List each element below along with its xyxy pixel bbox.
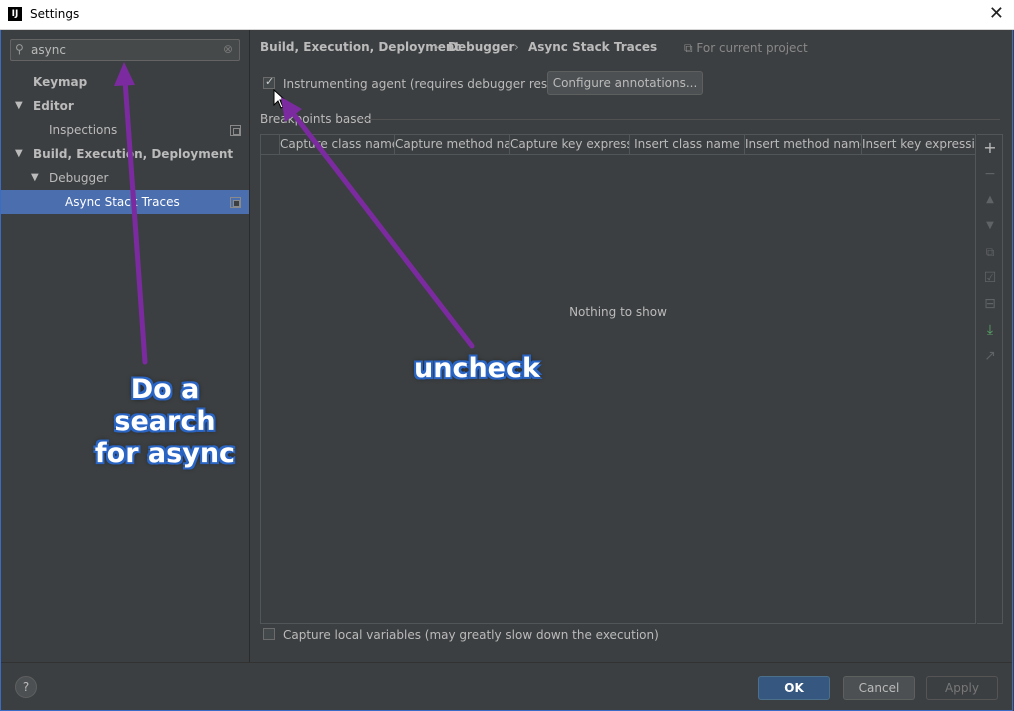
breakpoints-table[interactable]: Capture class name Capture method na... … bbox=[260, 134, 976, 624]
export-icon[interactable]: ↗ bbox=[977, 345, 1003, 367]
column-header[interactable]: Insert method name bbox=[744, 135, 861, 154]
breadcrumb-build-execution-deployment[interactable]: Build, Execution, Deployment bbox=[260, 40, 460, 54]
search-note-line-2: for async bbox=[94, 438, 236, 469]
table-header: Capture class name Capture method na... … bbox=[261, 135, 975, 155]
breakpoints-based-section-title: Breakpoints based bbox=[260, 112, 372, 126]
check-all-icon[interactable]: ☑ bbox=[977, 267, 1003, 289]
for-current-project-note: ⧉ For current project bbox=[684, 41, 808, 56]
project-note-text: For current project bbox=[696, 41, 808, 55]
tree-item-keymap[interactable]: Keymap bbox=[33, 70, 87, 94]
project-scope-icon bbox=[230, 125, 241, 136]
search-input[interactable] bbox=[31, 41, 211, 59]
tree-item-async-stack-traces[interactable]: Async Stack Traces bbox=[65, 190, 180, 214]
project-scope-icon bbox=[230, 197, 241, 208]
column-header[interactable]: Capture key expressi... bbox=[509, 135, 629, 154]
close-icon[interactable]: ✕ bbox=[989, 3, 1004, 24]
expand-arrow-icon[interactable]: ▼ bbox=[15, 148, 23, 159]
search-note-line-1: Do a search bbox=[114, 374, 216, 437]
tree-item-debugger[interactable]: Debugger bbox=[49, 166, 108, 190]
mouse-cursor-icon bbox=[273, 89, 287, 109]
column-header[interactable]: Insert class name bbox=[629, 135, 744, 154]
minus-icon[interactable]: − bbox=[977, 163, 1003, 185]
configure-annotations-button[interactable]: Configure annotations... bbox=[547, 71, 703, 95]
cancel-button[interactable]: Cancel bbox=[843, 676, 915, 700]
uncheck-all-icon[interactable]: ⊟ bbox=[977, 293, 1003, 315]
apply-button[interactable]: Apply bbox=[926, 676, 998, 700]
capture-local-variables-label[interactable]: Capture local variables (may greatly slo… bbox=[283, 628, 659, 642]
clear-search-icon[interactable]: ⊗ bbox=[223, 42, 233, 56]
section-divider bbox=[360, 119, 1000, 120]
ok-button[interactable]: OK bbox=[758, 676, 830, 700]
up-icon[interactable]: ▲ bbox=[977, 189, 1003, 211]
breadcrumb-debugger[interactable]: Debugger bbox=[448, 40, 514, 54]
settings-sidebar: ⚲ ⊗ bbox=[1, 30, 250, 662]
capture-local-variables-checkbox[interactable] bbox=[263, 628, 275, 640]
column-header[interactable]: Capture class name bbox=[279, 135, 394, 154]
uncheck-instruction-note: uncheck bbox=[414, 353, 540, 384]
empty-table-message: Nothing to show bbox=[569, 305, 667, 319]
expand-arrow-icon[interactable]: ▼ bbox=[31, 172, 39, 183]
dialog-footer: ? OK Cancel Apply bbox=[1, 662, 1012, 711]
window-title: Settings bbox=[30, 7, 80, 21]
tree-item-inspections[interactable]: Inspections bbox=[49, 118, 117, 142]
project-scope-icon: ⧉ bbox=[684, 41, 697, 55]
table-toolbar: + − ▲ ▼ ⧉ ☑ ⊟ ⤓ ↗ bbox=[977, 134, 1003, 624]
search-icon: ⚲ bbox=[15, 42, 24, 56]
search-field[interactable]: ⚲ ⊗ bbox=[10, 39, 240, 61]
breadcrumb-separator: › bbox=[514, 40, 519, 54]
tree-item-build-execution-deployment[interactable]: Build, Execution, Deployment bbox=[33, 142, 233, 166]
down-icon[interactable]: ▼ bbox=[977, 215, 1003, 237]
tree-item-editor[interactable]: Editor bbox=[33, 94, 74, 118]
column-header[interactable]: Insert key expression bbox=[861, 135, 975, 154]
copy-icon[interactable]: ⧉ bbox=[977, 241, 1003, 263]
title-bar: IJ Settings ✕ bbox=[0, 0, 1014, 30]
column-header[interactable]: Capture method na... bbox=[394, 135, 509, 154]
instrumenting-agent-label[interactable]: Instrumenting agent (requires debugger r… bbox=[283, 77, 574, 91]
breadcrumb-separator: › bbox=[434, 40, 439, 54]
instrumenting-agent-checkbox[interactable] bbox=[263, 75, 275, 89]
help-icon[interactable]: ? bbox=[15, 676, 37, 698]
breadcrumb-async-stack-traces: Async Stack Traces bbox=[528, 40, 658, 54]
settings-content: Build, Execution, Deployment › Debugger … bbox=[250, 30, 1012, 662]
table-header-spacer bbox=[261, 135, 279, 154]
expand-arrow-icon[interactable]: ▼ bbox=[15, 100, 23, 111]
search-instruction-note: Do a search for async bbox=[80, 374, 250, 470]
import-icon[interactable]: ⤓ bbox=[977, 319, 1003, 341]
plus-icon[interactable]: + bbox=[977, 137, 1003, 159]
intellij-logo-icon: IJ bbox=[8, 7, 22, 21]
